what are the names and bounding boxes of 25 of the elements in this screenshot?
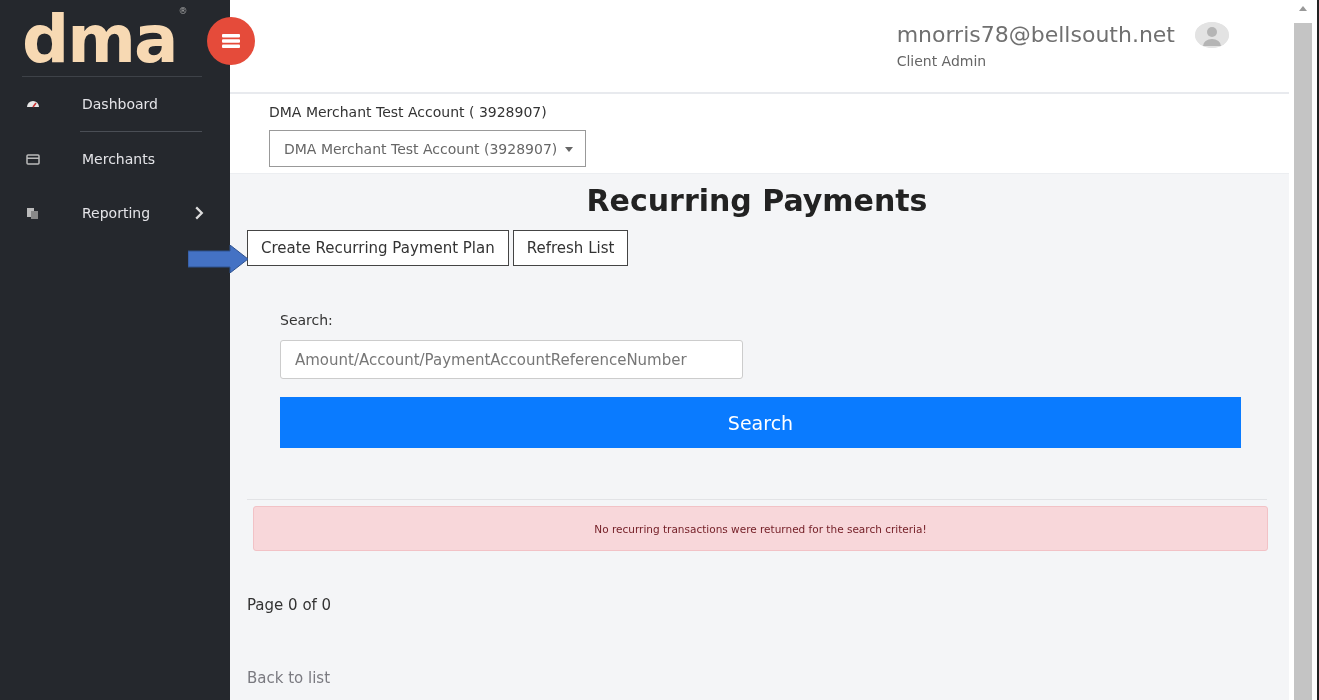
registered-mark: ®: [178, 6, 188, 16]
sidebar-item[interactable]: Merchants: [22, 132, 202, 186]
alert-message: No recurring transactions were returned for the search criteria!: [253, 506, 1268, 551]
documents-icon: [26, 206, 40, 220]
sidebar-item[interactable]: Reporting: [22, 186, 202, 240]
refresh-button[interactable]: Refresh List: [512, 230, 629, 266]
menu-icon: [222, 33, 240, 49]
page-info: Page 0 of 0: [247, 596, 333, 614]
sidebar-item[interactable]: Dashboard: [22, 77, 202, 131]
logo: dma: [22, 6, 177, 74]
search-field[interactable]: Amount/Account/PaymentAccountReferenceNumber: [280, 340, 743, 379]
scroll-up-icon[interactable]: [1299, 6, 1307, 11]
caret-icon: [565, 146, 574, 152]
arrow-icon: [188, 245, 248, 273]
card-icon: [26, 152, 40, 166]
account-label: DMA Merchant Test Account ( 3928907): [269, 104, 548, 120]
search-button[interactable]: Search: [280, 397, 1241, 448]
account-dropdown[interactable]: DMA Merchant Test Account (3928907): [269, 130, 587, 167]
user-email: mnorris78@bellsouth.net: [896, 22, 1175, 47]
search-label: Search:: [280, 312, 334, 328]
back-link[interactable]: Back to list: [247, 669, 1267, 687]
page-title: Recurring Payments: [585, 183, 929, 218]
user-role: Client Admin: [896, 53, 988, 69]
scrollbar-thumb[interactable]: [1294, 23, 1312, 700]
create-plan-button[interactable]: Create Recurring Payment Plan: [247, 230, 509, 266]
